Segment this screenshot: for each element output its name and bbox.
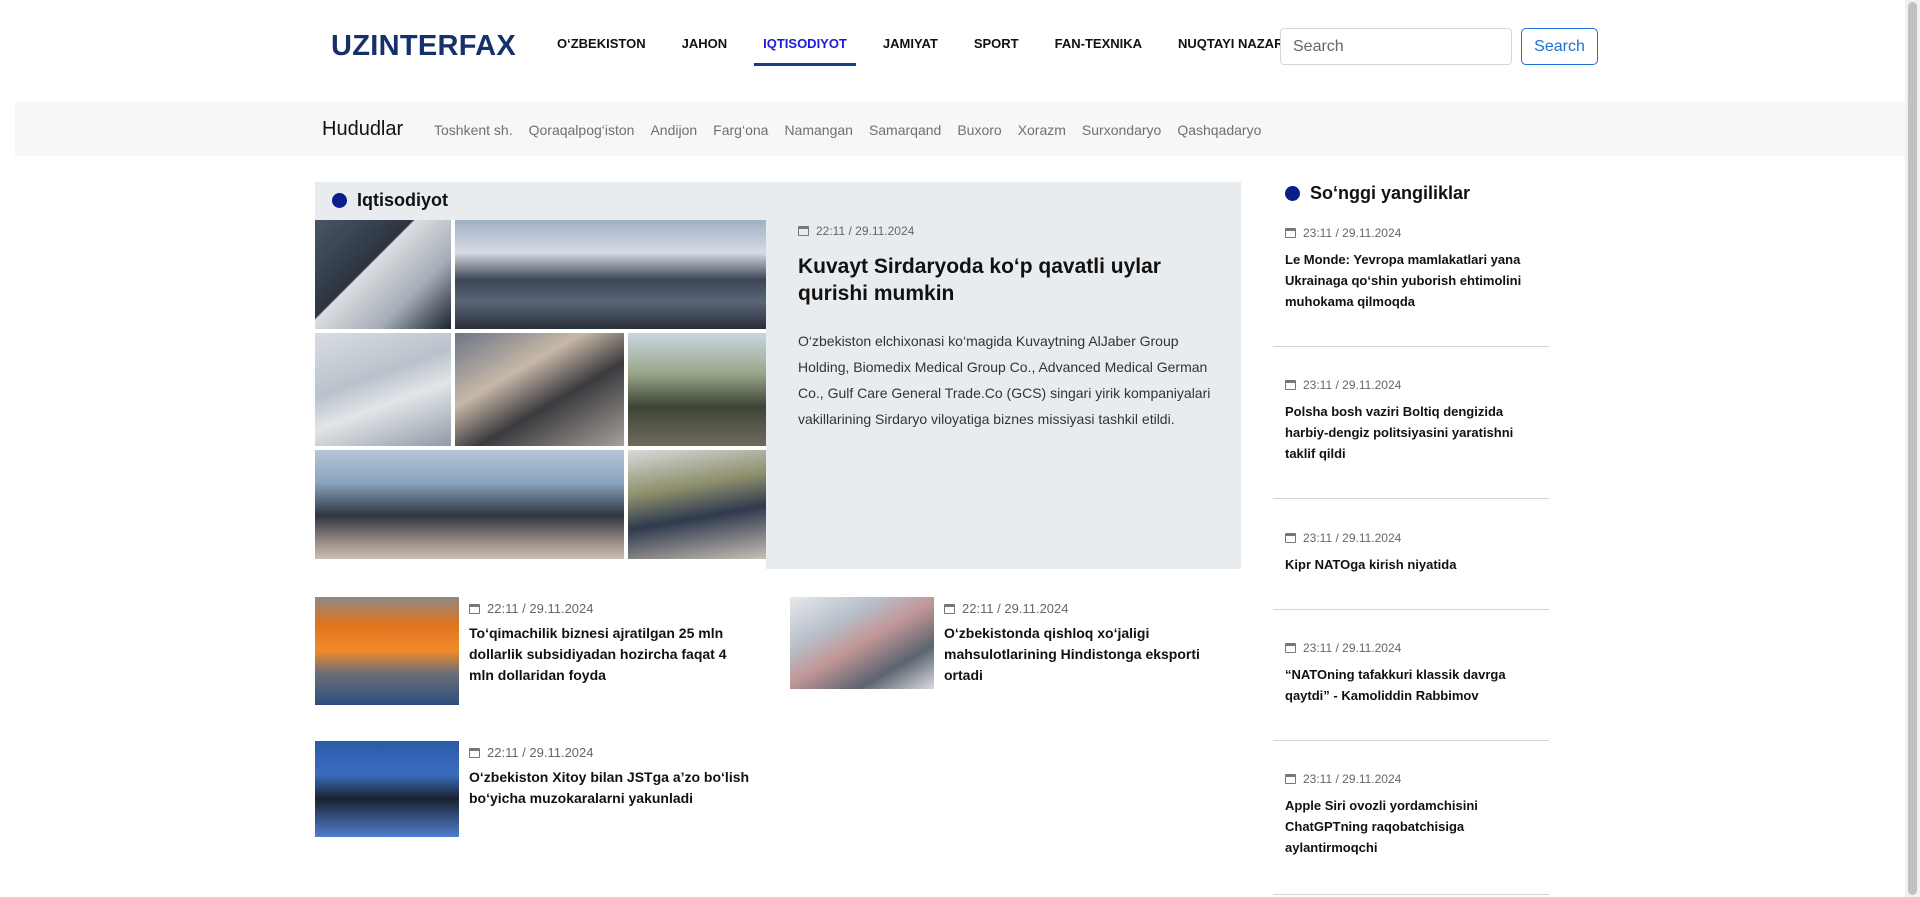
- latest-news-date-text: 23:11 / 29.11.2024: [1303, 531, 1402, 545]
- latest-news-date: 23:11 / 29.11.2024: [1285, 378, 1401, 392]
- news-thumbnail[interactable]: [790, 597, 934, 689]
- calendar-icon: [469, 747, 480, 758]
- region-link[interactable]: Toshkent sh.: [434, 122, 513, 138]
- nav-item-sport[interactable]: SPORT: [965, 22, 1028, 66]
- news-date-text: 22:11 / 29.11.2024: [962, 601, 1069, 616]
- news-title[interactable]: To‘qimachilik biznesi ajratilgan 25 mln …: [469, 623, 749, 686]
- latest-news-item[interactable]: 23:11 / 29.11.2024 Apple Siri ovozli yor…: [1273, 761, 1549, 895]
- featured-photo-collage[interactable]: [315, 220, 766, 569]
- site-header: UZINTERFAX O‘ZBEKISTON JAHON IQTISODIYOT…: [0, 0, 1905, 96]
- latest-news-header: So‘nggi yangiliklar: [1285, 183, 1470, 204]
- latest-news-title-link[interactable]: “NATOning tafakkuri klassik davrga qaytd…: [1285, 664, 1535, 706]
- region-link[interactable]: Qashqadaryo: [1177, 122, 1261, 138]
- latest-news-date: 23:11 / 29.11.2024: [1285, 226, 1401, 240]
- main-nav: O‘ZBEKISTON JAHON IQTISODIYOT JAMIYAT SP…: [548, 22, 1310, 66]
- news-date: 22:11 / 29.11.2024: [469, 745, 594, 760]
- latest-news-title-link[interactable]: Le Monde: Yevropa mamlakatlari yana Ukra…: [1285, 249, 1535, 312]
- news-title[interactable]: O‘zbekiston Xitoy bilan JSTga a’zo bo‘li…: [469, 767, 755, 809]
- calendar-icon: [1285, 643, 1296, 653]
- latest-news-date: 23:11 / 29.11.2024: [1285, 531, 1401, 545]
- site-logo[interactable]: UZINTERFAX: [331, 30, 516, 63]
- nav-item-fan-texnika[interactable]: FAN-TEXNIKA: [1046, 22, 1151, 66]
- region-link[interactable]: Farg‘ona: [713, 122, 768, 138]
- regions-list: Toshkent sh. Qoraqalpog‘iston Andijon Fa…: [434, 122, 1277, 138]
- section-title[interactable]: Iqtisodiyot: [357, 190, 448, 211]
- calendar-icon: [1285, 533, 1296, 543]
- section-dot-icon: [1285, 186, 1300, 201]
- nav-item-nuqtayi-nazar[interactable]: NUQTAYI NAZAR: [1169, 22, 1292, 66]
- latest-news-date-text: 23:11 / 29.11.2024: [1303, 226, 1402, 240]
- collage-photo: [455, 333, 624, 446]
- news-card[interactable]: 22:11 / 29.11.2024 O‘zbekistonda qishloq…: [790, 597, 1230, 707]
- news-date: 22:11 / 29.11.2024: [469, 601, 594, 616]
- region-link[interactable]: Samarqand: [869, 122, 941, 138]
- page-scrollbar[interactable]: [1905, 0, 1920, 897]
- calendar-icon: [1285, 380, 1296, 390]
- calendar-icon: [469, 603, 480, 614]
- latest-news-item[interactable]: 23:11 / 29.11.2024 Le Monde: Yevropa mam…: [1273, 215, 1549, 347]
- nav-item-iqtisodiyot[interactable]: IQTISODIYOT: [754, 22, 856, 66]
- featured-title[interactable]: Kuvayt Sirdaryoda ko‘p qavatli uylar qur…: [798, 253, 1218, 307]
- news-date-text: 22:11 / 29.11.2024: [487, 601, 594, 616]
- nav-item-uzbekistan[interactable]: O‘ZBEKISTON: [548, 22, 655, 66]
- nav-item-jamiyat[interactable]: JAMIYAT: [874, 22, 947, 66]
- section-header: Iqtisodiyot: [332, 190, 448, 211]
- region-link[interactable]: Surxondaryo: [1082, 122, 1161, 138]
- nav-item-jahon[interactable]: JAHON: [673, 22, 737, 66]
- calendar-icon: [1285, 774, 1296, 784]
- latest-news-title-link[interactable]: Polsha bosh vaziri Boltiq dengizida harb…: [1285, 401, 1535, 464]
- news-date: 22:11 / 29.11.2024: [944, 601, 1069, 616]
- regions-title: Hududlar: [322, 118, 404, 140]
- latest-news-title-link[interactable]: Kipr NATOga kirish niyatida: [1285, 554, 1535, 575]
- news-card[interactable]: 22:11 / 29.11.2024 O‘zbekiston Xitoy bil…: [315, 741, 755, 841]
- section-dot-icon: [332, 193, 347, 208]
- latest-news-date: 23:11 / 29.11.2024: [1285, 641, 1401, 655]
- collage-photo: [628, 450, 766, 559]
- latest-news-date-text: 23:11 / 29.11.2024: [1303, 378, 1402, 392]
- region-link[interactable]: Buxoro: [957, 122, 1001, 138]
- featured-date-text: 22:11 / 29.11.2024: [816, 224, 915, 238]
- news-thumbnail[interactable]: [315, 597, 459, 705]
- collage-photo: [315, 333, 451, 446]
- region-link[interactable]: Andijon: [650, 122, 697, 138]
- featured-summary: O‘zbekiston elchixonasi ko‘magida Kuvayt…: [798, 333, 1211, 427]
- news-card[interactable]: 22:11 / 29.11.2024 To‘qimachilik biznesi…: [315, 597, 755, 707]
- latest-news-title-link[interactable]: Apple Siri ovozli yordamchisini ChatGPTn…: [1285, 795, 1535, 858]
- calendar-icon: [798, 226, 809, 236]
- region-link[interactable]: Namangan: [784, 122, 853, 138]
- latest-news-date-text: 23:11 / 29.11.2024: [1303, 641, 1402, 655]
- featured-article: Iqtisodiyot 22:11 / 29.11.2024 Kuvayt Si…: [315, 182, 1241, 569]
- collage-photo: [315, 450, 624, 559]
- latest-news-date: 23:11 / 29.11.2024: [1285, 772, 1401, 786]
- featured-date: 22:11 / 29.11.2024: [798, 224, 914, 238]
- region-link[interactable]: Qoraqalpog‘iston: [529, 122, 635, 138]
- search-input[interactable]: [1280, 28, 1512, 65]
- latest-news-date-text: 23:11 / 29.11.2024: [1303, 772, 1402, 786]
- collage-photo: [455, 220, 766, 329]
- collage-photo: [628, 333, 766, 446]
- search-button[interactable]: Search: [1521, 28, 1598, 65]
- news-title[interactable]: O‘zbekistonda qishloq xo‘jaligi mahsulot…: [944, 623, 1224, 686]
- scrollbar-thumb[interactable]: [1908, 2, 1917, 895]
- news-thumbnail[interactable]: [315, 741, 459, 837]
- calendar-icon: [944, 603, 955, 614]
- region-link[interactable]: Xorazm: [1018, 122, 1066, 138]
- regions-bar: Hududlar Toshkent sh. Qoraqalpog‘iston A…: [15, 102, 1905, 156]
- collage-photo: [315, 220, 451, 329]
- news-date-text: 22:11 / 29.11.2024: [487, 745, 594, 760]
- latest-news-item[interactable]: 23:11 / 29.11.2024 Polsha bosh vaziri Bo…: [1273, 367, 1549, 499]
- latest-news-title: So‘nggi yangiliklar: [1310, 183, 1471, 203]
- calendar-icon: [1285, 228, 1296, 238]
- latest-news-item[interactable]: 23:11 / 29.11.2024 Kipr NATOga kirish ni…: [1273, 520, 1549, 610]
- latest-news-item[interactable]: 23:11 / 29.11.2024 “NATOning tafakkuri k…: [1273, 630, 1549, 741]
